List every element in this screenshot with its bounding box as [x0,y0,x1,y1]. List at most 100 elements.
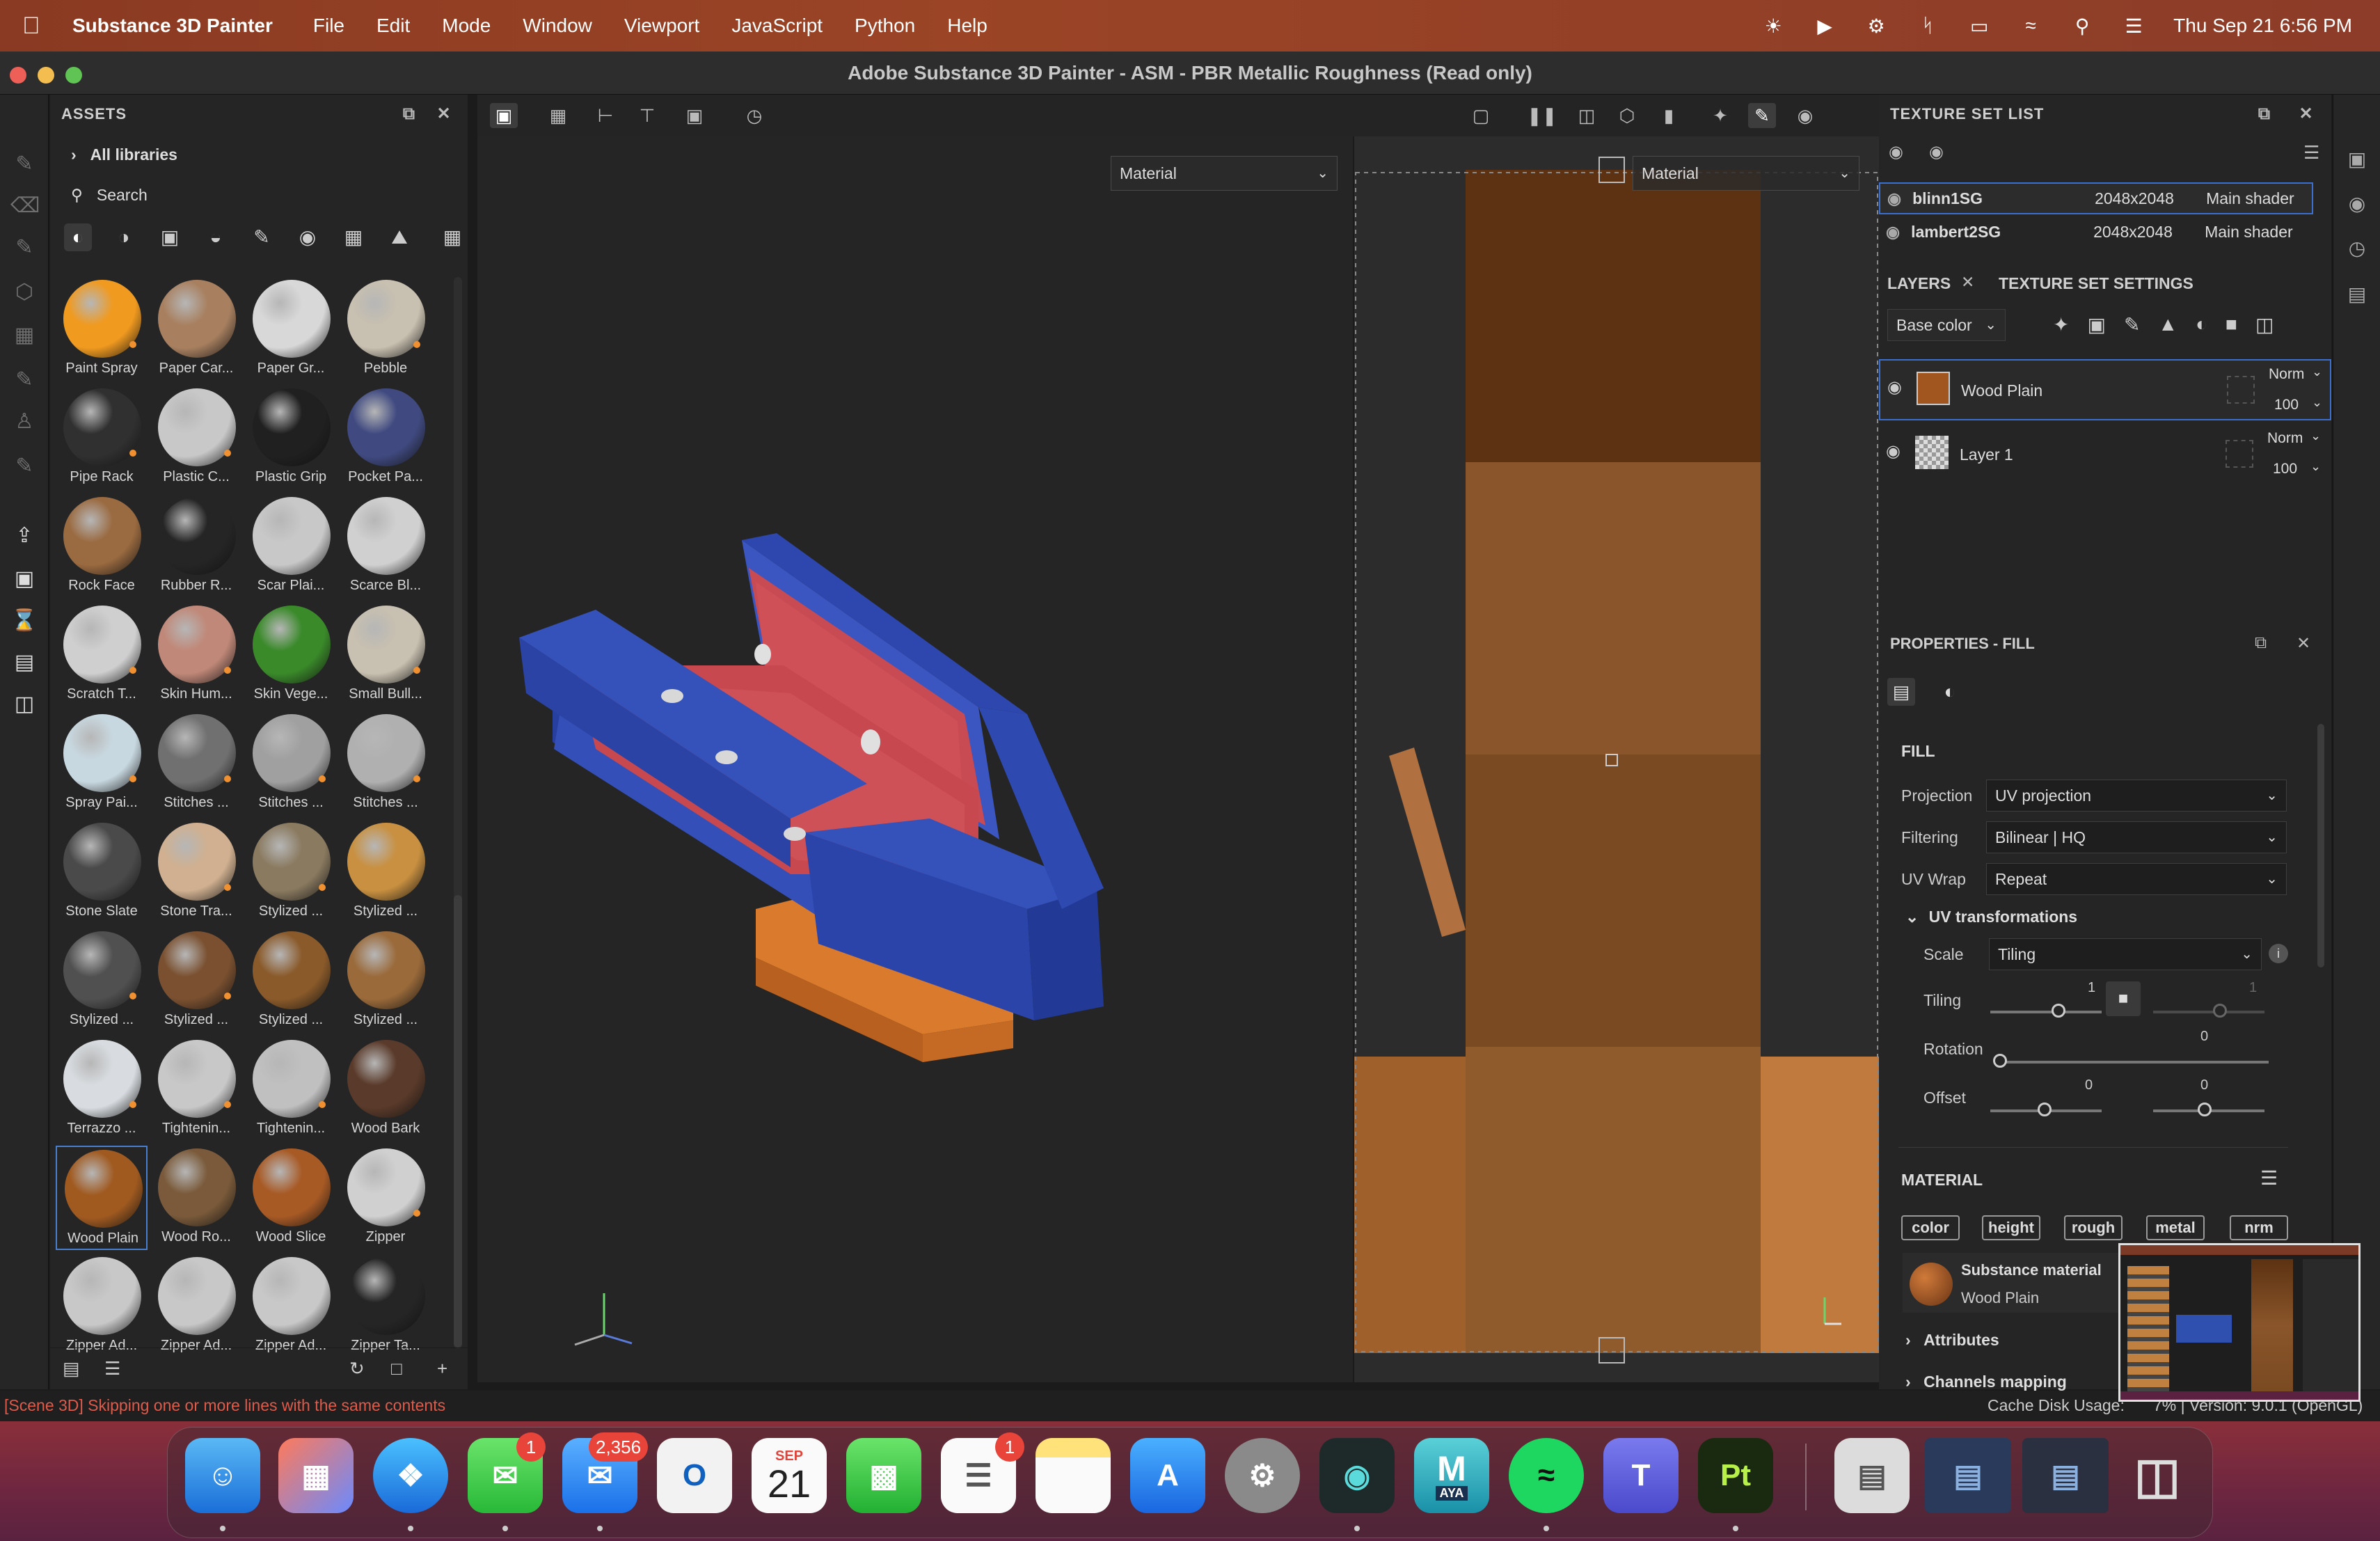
viewport-2d[interactable]: Material ⌄ [1354,136,1879,1382]
asset-tile[interactable]: Skin Hum... [150,603,242,707]
shelf-icon[interactable]: ◫ [10,690,38,718]
menu-javascript[interactable]: JavaScript [731,15,823,37]
eye-icon[interactable]: ◉ [1886,223,1900,242]
close-icon[interactable]: ✕ [2296,633,2310,654]
asset-tile[interactable]: Zipper Ad... [150,1254,242,1359]
app-store-icon[interactable]: A [1130,1438,1205,1513]
menu-edit[interactable]: Edit [376,15,410,37]
uvwrap-select[interactable]: Repeat ⌄ [1986,863,2287,895]
grid-layout-icon[interactable]: ▦ [544,103,572,128]
asset-tile[interactable]: Wood Plain [56,1146,148,1250]
asset-tile[interactable]: Stylized ... [150,928,242,1033]
close-window-button[interactable] [10,67,26,84]
material-tab-icon[interactable]: ◐ [1936,678,1964,706]
gitkraken-icon[interactable]: ◉ [1319,1438,1395,1513]
control-center-icon[interactable]: ☰ [2122,15,2145,37]
substance-painter-icon[interactable]: Pt [1698,1438,1773,1513]
screenshot-icon[interactable]: ◉ [1791,103,1819,128]
fill-layer-icon[interactable]: ▲ [2158,313,2177,336]
history-icon[interactable]: ◷ [2343,237,2371,264]
environments-filter-icon[interactable]: ⛰ [386,223,413,251]
layer-mask-slot[interactable] [2227,376,2255,404]
channels-mapping-toggle[interactable]: › Channels mapping [1905,1373,2067,1391]
brushes-filter-icon[interactable]: ✎ [248,223,276,251]
system-settings-icon[interactable]: ⚙ [1225,1438,1300,1513]
channel-chip-color[interactable]: color [1901,1215,1960,1240]
properties-scrollbar[interactable] [2317,724,2324,967]
visibility-icon[interactable]: ◉ [1929,142,1944,162]
tiling-value-v[interactable]: 1 [2249,980,2257,996]
maya-icon[interactable]: M AYA [1414,1438,1489,1513]
assets-scrollbar[interactable] [454,895,462,1348]
asset-tile[interactable]: Wood Bark [340,1037,431,1141]
rotation-value[interactable]: 0 [2200,1029,2208,1045]
eye-icon[interactable]: ◉ [1887,377,1902,397]
asset-tile[interactable]: Skin Vege... [245,603,337,707]
asset-tile[interactable]: Stone Tra... [150,820,242,924]
grid-view-icon[interactable]: ▦ [438,223,466,251]
asset-tile[interactable]: Rubber R... [150,494,242,599]
layer-name[interactable]: Layer 1 [1960,445,2013,464]
camera-video-icon[interactable]: ▮ [1655,103,1683,128]
asset-tile[interactable]: Pocket Pa... [340,386,431,490]
smart-materials-filter-icon[interactable]: ◑ [110,223,138,251]
masks-filter-icon[interactable]: ▣ [156,223,184,251]
asset-tile[interactable]: Scar Plai... [245,494,337,599]
asset-tile[interactable]: Stylized ... [245,820,337,924]
trash-icon[interactable]: ◫ [2120,1438,2195,1513]
menu-python[interactable]: Python [855,15,915,37]
notes-icon[interactable] [1036,1438,1111,1513]
asset-tile[interactable]: Stylized ... [340,928,431,1033]
texture-set-row[interactable]: ◉ lambert2SG 2048x2048 Main shader [1879,216,2313,248]
paint-brush-icon[interactable]: ✎ [10,150,38,178]
battery-icon[interactable]: ▭ [1967,15,1991,37]
wifi-icon[interactable]: ≈ [2019,15,2042,36]
asset-tile[interactable]: Zipper Ad... [245,1254,337,1359]
search-input[interactable]: Search [97,186,148,205]
apple-menu-icon[interactable]:  [22,13,60,40]
material-picker-icon[interactable]: ♙ [10,408,38,436]
outlook-icon[interactable]: O [657,1438,732,1513]
mask-icon[interactable]: ▣ [2087,313,2105,336]
asset-tile[interactable]: Zipper Ad... [56,1254,148,1359]
filtering-select[interactable]: Bilinear | HQ ⌄ [1986,821,2287,853]
asset-tile[interactable]: Plastic C... [150,386,242,490]
asset-tile[interactable]: Rock Face [56,494,148,599]
environment-icon[interactable]: ◉ [2343,192,2371,220]
textures-filter-icon[interactable]: ▦ [340,223,367,251]
spotlight-icon[interactable]: ⚲ [2070,15,2094,37]
asset-tile[interactable]: Paper Car... [150,277,242,381]
info-icon[interactable]: i [2269,944,2288,963]
asset-tile[interactable]: Tightenin... [245,1037,337,1141]
menu-icon[interactable]: ☰ [2303,142,2319,164]
close-icon[interactable]: ✕ [2296,104,2316,124]
undock-icon[interactable]: ⧉ [2255,633,2267,653]
smart-material-icon[interactable]: ◐ [2196,313,2207,336]
offset-v-knob[interactable] [2198,1103,2212,1116]
menu-window[interactable]: Window [523,15,592,37]
channel-chip-height[interactable]: height [1982,1215,2040,1240]
layer-mask-slot[interactable] [2226,440,2253,468]
material-menu-icon[interactable]: ☰ [2260,1167,2278,1190]
effects-icon[interactable]: ✦ [2053,313,2069,336]
asset-tile[interactable]: Stylized ... [56,928,148,1033]
asset-tile[interactable]: Stylized ... [245,928,337,1033]
asset-tile[interactable]: Terrazzo ... [56,1037,148,1141]
menu-file[interactable]: File [313,15,344,37]
tiling-value-u[interactable]: 1 [2088,980,2095,996]
undock-icon[interactable]: ⧉ [2255,104,2274,124]
select-tool-icon[interactable]: ▣ [490,103,518,128]
calendar-icon[interactable]: SEP 21 [752,1438,827,1513]
asset-tile[interactable]: Paper Gr... [245,277,337,381]
layer-name[interactable]: Wood Plain [1961,381,2042,400]
asset-tile[interactable]: Stylized ... [340,820,431,924]
brush-mode-icon[interactable]: ✎ [1748,103,1776,128]
close-icon[interactable]: ✕ [1961,273,1974,292]
hourglass-icon[interactable]: ⌛ [10,607,38,635]
sort-icon[interactable]: ☰ [104,1358,120,1380]
folder-icon[interactable]: □ [391,1358,402,1380]
tab-texture-set-settings[interactable]: TEXTURE SET SETTINGS [1999,274,2193,293]
asset-tile[interactable]: Stone Slate [56,820,148,924]
uv-transformations-toggle[interactable]: ⌄ UV transformations [1905,908,2077,926]
channel-chip-rough[interactable]: rough [2064,1215,2123,1240]
